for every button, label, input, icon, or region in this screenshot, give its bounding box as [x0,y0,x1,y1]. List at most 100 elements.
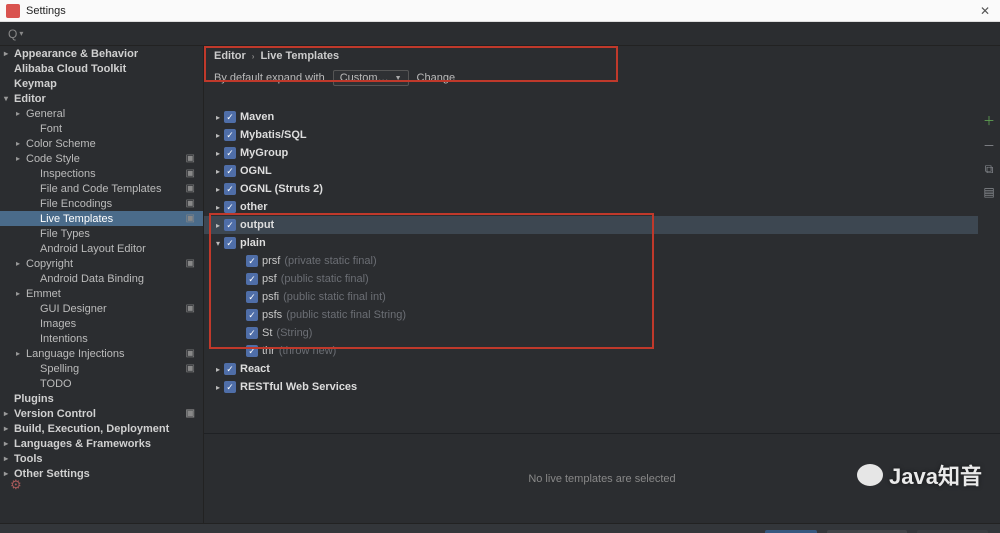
tree-item[interactable]: ▸✓Maven [204,108,978,126]
sidebar-item[interactable]: ▸Languages & Frameworks [0,436,203,451]
sidebar-item[interactable]: ▸Tools [0,451,203,466]
checkbox[interactable]: ✓ [224,219,236,231]
tree-item[interactable]: ▸✓OGNL [204,162,978,180]
checkbox[interactable]: ✓ [224,165,236,177]
project-badge-icon: ▣ [186,408,199,419]
chevron-icon[interactable]: ▾ [212,239,224,248]
sidebar-item[interactable]: ▸File Types [0,226,203,241]
add-button[interactable]: ＋ [983,112,995,129]
tree-item[interactable]: ▸✓Mybatis/SQL [204,126,978,144]
sidebar-item[interactable]: ▸Android Data Binding [0,271,203,286]
chevron-icon: ▸ [12,289,24,298]
chevron-icon: ▸ [12,349,24,358]
sidebar-item[interactable]: ▸File Encodings▣ [0,196,203,211]
tree-item[interactable]: ▾✓ plain [204,234,978,252]
chevron-icon[interactable]: ▸ [212,203,224,212]
sidebar-item[interactable]: ▾Editor [0,91,203,106]
tree-item-label: MyGroup [240,147,288,159]
checkbox[interactable]: ✓ [246,255,258,267]
tree-item[interactable]: ▸✓OGNL (Struts 2) [204,180,978,198]
close-icon[interactable]: ✕ [976,4,994,18]
checkbox[interactable]: ✓ [246,345,258,357]
tree-item[interactable]: ▸✓St(String) [204,324,978,342]
sidebar-item[interactable]: ▸Version Control▣ [0,406,203,421]
sidebar-item[interactable]: ▸Other Settings [0,466,203,481]
checkbox[interactable]: ✓ [246,327,258,339]
checkbox[interactable]: ✓ [246,273,258,285]
change-link[interactable]: Change [417,72,456,84]
templates-tree[interactable]: ▸✓Maven▸✓Mybatis/SQL▸✓MyGroup▸✓OGNL▸✓OGN… [204,90,978,433]
tree-item-desc: (private static final) [284,255,376,267]
chevron-icon[interactable]: ▸ [212,221,224,230]
chevron-icon[interactable]: ▸ [212,113,224,122]
sidebar-item[interactable]: ▸Intentions [0,331,203,346]
checkbox[interactable]: ✓ [224,381,236,393]
tree-item[interactable]: ▸✓RESTful Web Services [204,378,978,396]
tree-item[interactable]: ▸✓React [204,360,978,378]
checkbox[interactable]: ✓ [224,201,236,213]
tree-item[interactable]: ▸✓thr(throw new) [204,342,978,360]
checkbox[interactable]: ✓ [224,111,236,123]
breadcrumb-parent[interactable]: Editor [214,50,246,62]
sidebar-item[interactable]: ▸Emmet [0,286,203,301]
sidebar-item[interactable]: ▸Language Injections▣ [0,346,203,361]
chevron-icon: ▾ [0,94,12,103]
sidebar-item[interactable]: ▸Inspections▣ [0,166,203,181]
sidebar-item[interactable]: ▸GUI Designer▣ [0,301,203,316]
remove-button[interactable]: － [983,137,995,154]
checkbox[interactable]: ✓ [246,309,258,321]
checkbox[interactable]: ✓ [224,237,236,249]
chevron-icon: ▸ [0,439,12,448]
checkbox[interactable]: ✓ [224,183,236,195]
tree-item-label: plain [240,237,266,249]
chevron-icon[interactable]: ▸ [212,167,224,176]
copy-button[interactable]: ⧉ [985,162,994,177]
ok-button[interactable]: OK [765,530,817,533]
sidebar-item[interactable]: ▸Font [0,121,203,136]
checkbox[interactable]: ✓ [246,291,258,303]
watermark-text: Java知音 [889,459,982,491]
sidebar-item[interactable]: ▸Keymap [0,76,203,91]
tree-item[interactable]: ▸✓ MyGroup [204,144,978,162]
chevron-icon[interactable]: ▸ [212,131,224,140]
export-button[interactable]: ▤ [983,185,994,199]
gear-icon[interactable]: ⚙ [10,477,22,493]
sidebar-item[interactable]: ▸Code Style▣ [0,151,203,166]
checkbox[interactable]: ✓ [224,147,236,159]
tree-item[interactable]: ▸✓psfs(public static final String) [204,306,978,324]
sidebar-item[interactable]: ▸Spelling▣ [0,361,203,376]
tree-item-label: thr [262,345,275,357]
sidebar-item[interactable]: ▸Images [0,316,203,331]
cancel-button[interactable]: CANCEL [827,530,908,533]
sidebar-item-label: General [24,108,199,120]
sidebar-item[interactable]: ▸General [0,106,203,121]
sidebar-item[interactable]: ▸File and Code Templates▣ [0,181,203,196]
tree-item[interactable]: ▸✓ output [204,216,978,234]
checkbox[interactable]: ✓ [224,363,236,375]
chevron-icon[interactable]: ▸ [212,149,224,158]
tree-toolbar: ＋ － ⧉ ▤ [978,90,1000,433]
sidebar-item[interactable]: ▸Plugins [0,391,203,406]
sidebar-item[interactable]: ▸Color Scheme [0,136,203,151]
tree-item[interactable]: ▸✓psfi(public static final int) [204,288,978,306]
sidebar-item[interactable]: ▸TODO [0,376,203,391]
sidebar-item[interactable]: ▸Android Layout Editor [0,241,203,256]
chevron-icon[interactable]: ▸ [212,185,224,194]
sidebar-item[interactable]: ▸Copyright▣ [0,256,203,271]
chevron-icon[interactable]: ▸ [212,365,224,374]
search-bar[interactable]: Q ▾ [0,22,1000,46]
project-badge-icon: ▣ [186,348,199,359]
sidebar-item[interactable]: ▸Live Templates▣ [0,211,203,226]
sidebar-item[interactable]: ▸Alibaba Cloud Toolkit [0,61,203,76]
tree-item-label: output [240,219,274,231]
tree-item[interactable]: ▸✓psf(public static final) [204,270,978,288]
settings-sidebar[interactable]: ▸Appearance & Behavior▸Alibaba Cloud Too… [0,46,204,523]
chevron-icon[interactable]: ▸ [212,383,224,392]
checkbox[interactable]: ✓ [224,129,236,141]
sidebar-item[interactable]: ▸Appearance & Behavior [0,46,203,61]
tree-item[interactable]: ▸✓prsf(private static final) [204,252,978,270]
expand-with-combo[interactable]: Custom… ▼ [333,70,409,86]
sidebar-item[interactable]: ▸Build, Execution, Deployment [0,421,203,436]
search-dropdown-icon[interactable]: ▾ [19,29,23,38]
tree-item[interactable]: ▸✓other [204,198,978,216]
